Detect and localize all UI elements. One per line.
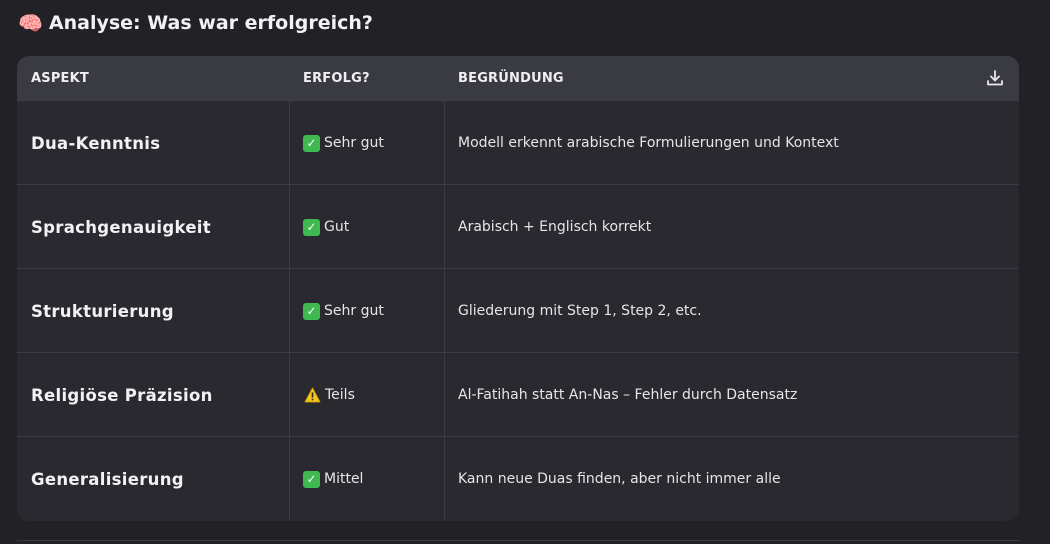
status-cell: ✓ Sehr gut <box>303 269 384 353</box>
header-begruendung: BEGRÜNDUNG <box>458 70 564 86</box>
status-text: Sehr gut <box>324 135 384 151</box>
reason-cell: Gliederung mit Step 1, Step 2, etc. <box>458 303 702 319</box>
brain-icon: 🧠 <box>18 11 43 35</box>
status-text: Sehr gut <box>324 303 384 319</box>
status-text: Gut <box>324 219 350 235</box>
aspect-cell: Dua-Kenntnis <box>31 133 161 153</box>
check-icon: ✓ <box>303 134 320 152</box>
reason-cell: Al-Fatihah statt An-Nas – Fehler durch D… <box>458 387 798 403</box>
status-cell: ✓ Mittel <box>303 437 363 521</box>
download-button[interactable] <box>983 66 1007 90</box>
check-icon: ✓ <box>303 218 320 236</box>
status-cell: ✓ Gut <box>303 185 349 269</box>
check-icon: ✓ <box>303 302 320 320</box>
header-aspekt: ASPEKT <box>31 70 89 86</box>
status-text: Teils <box>325 387 355 403</box>
warning-icon <box>303 386 321 404</box>
aspect-cell: Sprachgenauigkeit <box>31 217 211 237</box>
section-heading: 🧠 Analyse: Was war erfolgreich? <box>18 12 373 34</box>
heading-text: Analyse: Was war erfolgreich? <box>48 12 373 34</box>
status-cell: Teils <box>303 353 355 437</box>
table-header: ASPEKT ERFOLG? BEGRÜNDUNG <box>17 56 1019 100</box>
header-erfolg: ERFOLG? <box>303 70 370 86</box>
reason-cell: Arabisch + Englisch korrekt <box>458 219 652 235</box>
table-row: Generalisierung ✓ Mittel Kann neue Duas … <box>17 436 1019 520</box>
status-cell: ✓ Sehr gut <box>303 101 384 185</box>
aspect-cell: Strukturierung <box>31 301 174 321</box>
divider <box>17 540 1019 541</box>
reason-cell: Kann neue Duas finden, aber nicht immer … <box>458 471 781 487</box>
table-row: Religiöse Präzision Teils Al-Fatihah sta… <box>17 352 1019 436</box>
table-row: Dua-Kenntnis ✓ Sehr gut Modell erkennt a… <box>17 100 1019 184</box>
check-icon: ✓ <box>303 470 320 488</box>
aspect-cell: Religiöse Präzision <box>31 385 213 405</box>
download-icon <box>987 70 1003 86</box>
table-row: Sprachgenauigkeit ✓ Gut Arabisch + Engli… <box>17 184 1019 268</box>
reason-cell: Modell erkennt arabische Formulierungen … <box>458 135 839 151</box>
status-text: Mittel <box>324 471 364 487</box>
aspect-cell: Generalisierung <box>31 469 184 489</box>
analysis-table: ASPEKT ERFOLG? BEGRÜNDUNG Dua-Kenntnis ✓… <box>17 56 1019 521</box>
table-row: Strukturierung ✓ Sehr gut Gliederung mit… <box>17 268 1019 352</box>
